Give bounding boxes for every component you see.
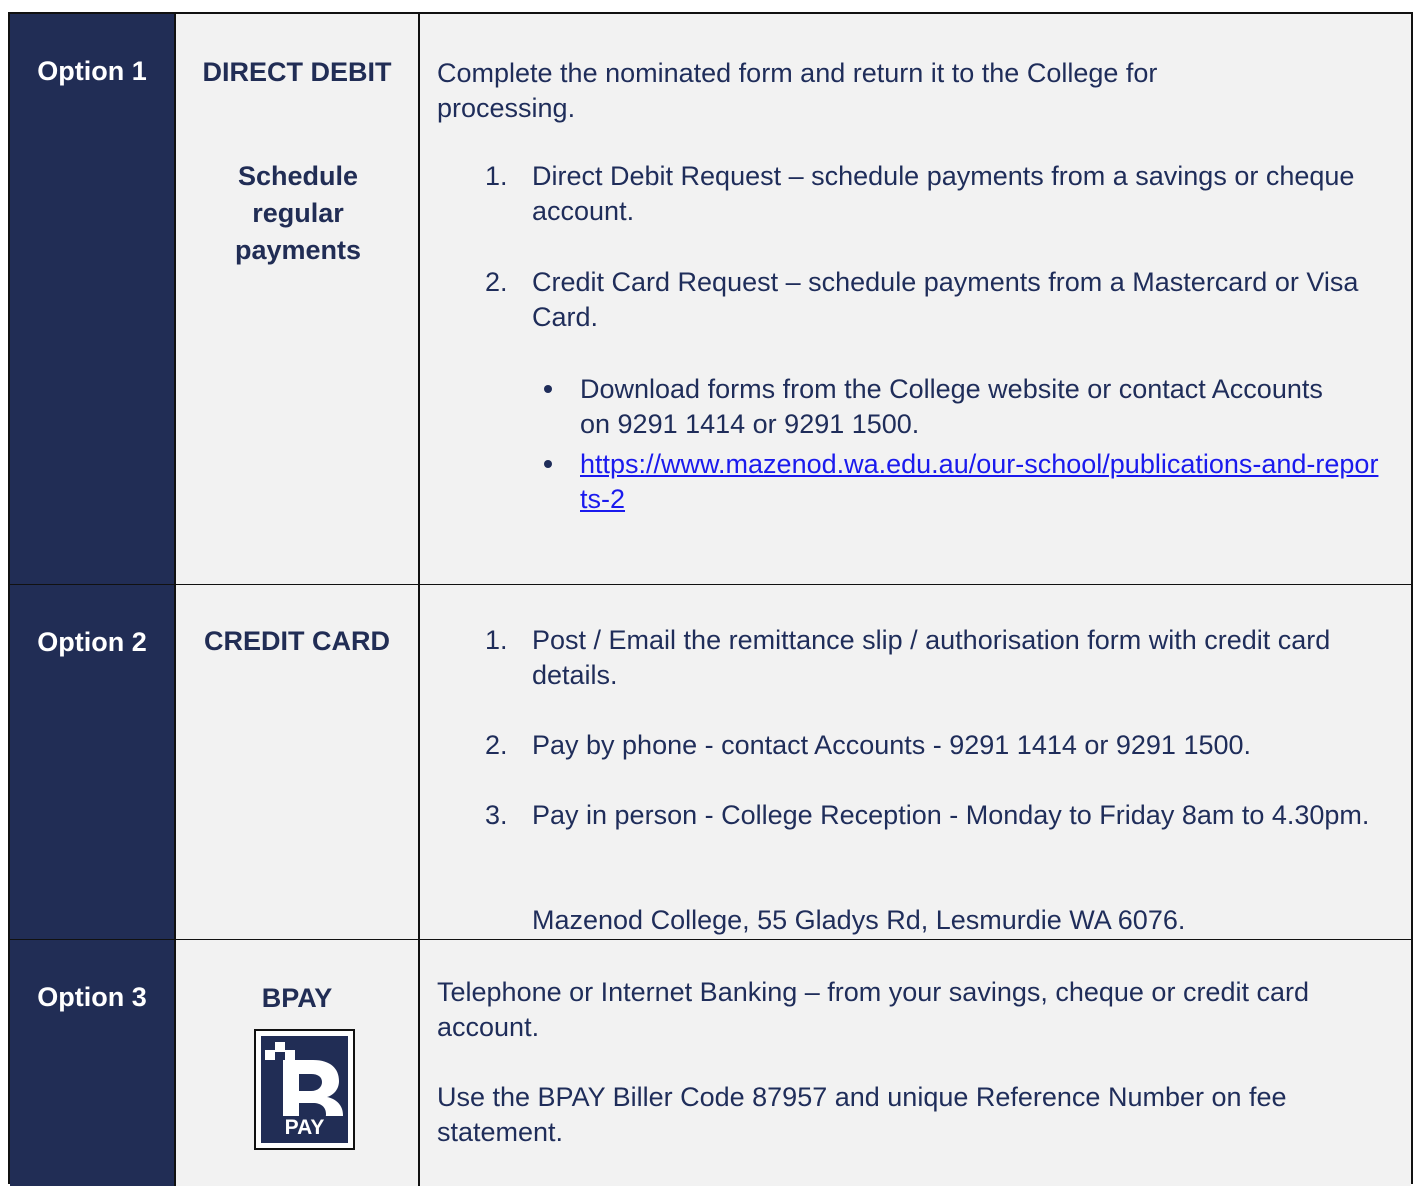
list-number: 2. <box>485 730 508 760</box>
option-label: Option 1 <box>37 56 147 86</box>
method-title: BPAY <box>261 983 333 1013</box>
list-number: 2. <box>485 267 508 297</box>
method-cell: DIRECT DEBIT Schedule regular payments <box>176 14 420 584</box>
list-item: Post / Email the remittance slip / autho… <box>532 625 1331 690</box>
list-number: 3. <box>485 800 508 830</box>
option-row-3: Option 3 BPAY PAY Telephone or Internet … <box>10 940 1411 1186</box>
list-number: 1. <box>485 625 508 655</box>
option-label-cell: Option 2 <box>10 585 176 939</box>
option-label: Option 3 <box>37 982 147 1012</box>
details-cell: 1. Post / Email the remittance slip / au… <box>420 585 1411 939</box>
method-subtitle: Schedule regular payments <box>234 161 362 265</box>
option-label-cell: Option 3 <box>10 940 176 1186</box>
list-item: Pay in person - College Reception - Mond… <box>532 800 1370 830</box>
bpay-logo-mark: PAY <box>261 1036 348 1143</box>
list-number: 1. <box>485 161 508 191</box>
list-item: Credit Card Request – schedule payments … <box>532 267 1359 332</box>
details-cell: Telephone or Internet Banking – from you… <box>420 940 1411 1186</box>
list-item: Pay by phone - contact Accounts - 9291 1… <box>532 730 1252 760</box>
option-label-cell: Option 1 <box>10 14 176 584</box>
bpay-logo: PAY <box>254 1029 355 1150</box>
method-cell: CREDIT CARD <box>176 585 420 939</box>
bullet-icon <box>544 385 552 393</box>
bpay-logo-text: PAY <box>261 1116 348 1140</box>
list-item: Direct Debit Request – schedule payments… <box>532 161 1355 226</box>
details-cell: Complete the nominated form and return i… <box>420 14 1411 584</box>
method-title: DIRECT DEBIT <box>202 57 392 87</box>
method-cell: BPAY PAY <box>176 940 420 1186</box>
publications-link[interactable]: https://www.mazenod.wa.edu.au/our-school… <box>580 447 1380 517</box>
option-label: Option 2 <box>37 627 147 657</box>
intro-text: Complete the nominated form and return i… <box>437 58 1158 123</box>
method-title: CREDIT CARD <box>204 626 390 656</box>
bullet-icon <box>544 460 552 468</box>
option-row-2: Option 2 CREDIT CARD 1. Post / Email the… <box>10 585 1411 940</box>
bullet-item: Download forms from the College website … <box>580 374 1323 439</box>
address-text: Mazenod College, 55 Gladys Rd, Lesmurdie… <box>532 905 1186 935</box>
paragraph: Telephone or Internet Banking – from you… <box>437 977 1309 1042</box>
paragraph: Use the BPAY Biller Code 87957 and uniqu… <box>437 1082 1287 1147</box>
payment-options-table: Option 1 DIRECT DEBIT Schedule regular p… <box>8 12 1413 1186</box>
option-row-1: Option 1 DIRECT DEBIT Schedule regular p… <box>10 14 1411 585</box>
